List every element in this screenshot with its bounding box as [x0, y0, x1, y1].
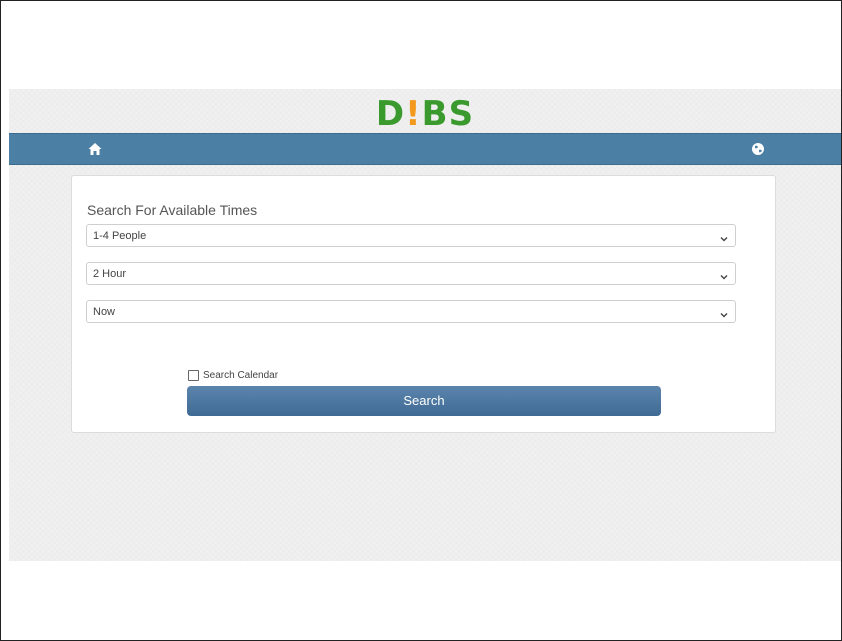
window-frame: D!BS Search For Available Times 1-4 Peop…	[0, 0, 842, 641]
chevron-down-icon	[719, 269, 729, 280]
home-icon[interactable]	[87, 141, 103, 157]
logo-letters-bs: BS	[421, 94, 475, 134]
chevron-down-icon	[719, 231, 729, 242]
time-select-value: Now	[93, 306, 116, 318]
duration-select-value: 2 Hour	[93, 268, 127, 280]
people-select[interactable]: 1-4 People	[86, 224, 736, 247]
search-calendar-label: Search Calendar	[203, 369, 279, 381]
page-background: D!BS Search For Available Times 1-4 Peop…	[9, 89, 841, 561]
dibs-logo[interactable]: D!BS	[9, 97, 841, 131]
search-calendar-option[interactable]: Search Calendar	[188, 368, 278, 382]
logo-exclamation: !	[405, 94, 422, 134]
chevron-down-icon	[719, 307, 729, 318]
time-select[interactable]: Now	[86, 300, 736, 323]
search-title: Search For Available Times	[87, 202, 258, 218]
search-card: Search For Available Times 1-4 People 2 …	[71, 175, 776, 433]
top-nav-bar	[9, 133, 841, 165]
search-button[interactable]: Search	[187, 386, 661, 416]
search-calendar-checkbox[interactable]	[188, 369, 199, 381]
logo-letter-d: D	[375, 94, 406, 134]
people-select-value: 1-4 People	[93, 230, 147, 242]
globe-icon[interactable]	[750, 141, 766, 157]
duration-select[interactable]: 2 Hour	[86, 262, 736, 285]
